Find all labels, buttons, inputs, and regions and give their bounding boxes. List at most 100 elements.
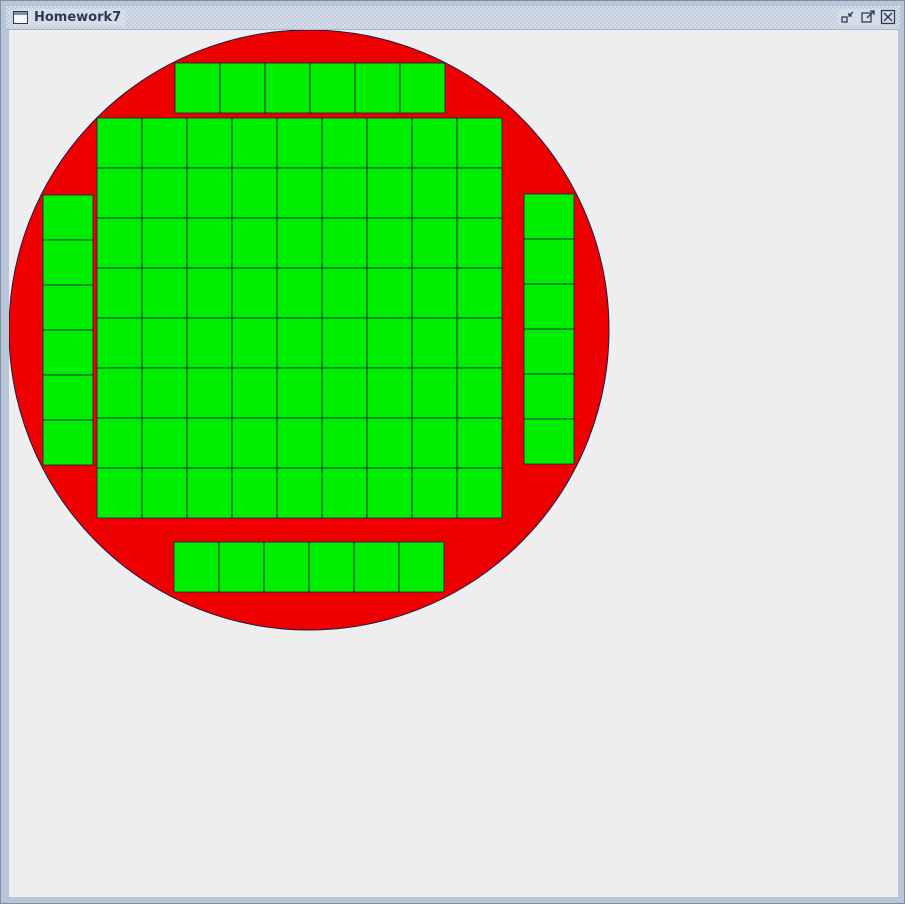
die bbox=[366, 467, 413, 519]
die bbox=[141, 417, 188, 469]
die bbox=[186, 317, 233, 369]
die bbox=[231, 317, 278, 369]
die bbox=[141, 367, 188, 419]
die bbox=[411, 167, 458, 219]
die bbox=[411, 467, 458, 519]
die bbox=[309, 62, 356, 114]
die bbox=[276, 167, 323, 219]
die-layer bbox=[42, 62, 575, 593]
die bbox=[456, 167, 503, 219]
die bbox=[456, 317, 503, 369]
die bbox=[276, 217, 323, 269]
die bbox=[186, 117, 233, 169]
die bbox=[141, 317, 188, 369]
die bbox=[42, 374, 94, 421]
window-icon[interactable] bbox=[13, 11, 28, 24]
die bbox=[174, 62, 221, 114]
die bbox=[523, 238, 575, 285]
die bbox=[276, 367, 323, 419]
die bbox=[523, 193, 575, 240]
die bbox=[276, 267, 323, 319]
die bbox=[231, 117, 278, 169]
die bbox=[411, 317, 458, 369]
die bbox=[523, 418, 575, 465]
die bbox=[321, 217, 368, 269]
die bbox=[141, 167, 188, 219]
die bbox=[96, 417, 143, 469]
die bbox=[141, 267, 188, 319]
die bbox=[456, 267, 503, 319]
title-bar[interactable]: Homework7 bbox=[6, 6, 900, 30]
wafer-diagram bbox=[9, 30, 610, 631]
die bbox=[96, 117, 143, 169]
die bbox=[354, 62, 401, 114]
top-die-strip bbox=[174, 62, 446, 114]
die bbox=[231, 267, 278, 319]
die bbox=[321, 117, 368, 169]
die bbox=[263, 541, 310, 593]
die bbox=[398, 541, 445, 593]
die bbox=[231, 367, 278, 419]
left-die-strip bbox=[42, 194, 94, 466]
bottom-die-strip bbox=[173, 541, 445, 593]
maximize-icon bbox=[861, 10, 875, 23]
die bbox=[523, 328, 575, 375]
die bbox=[366, 267, 413, 319]
die bbox=[308, 541, 355, 593]
die bbox=[456, 467, 503, 519]
die bbox=[96, 267, 143, 319]
application-window: Homework7 bbox=[0, 0, 905, 904]
die bbox=[42, 419, 94, 466]
die bbox=[231, 167, 278, 219]
die bbox=[321, 417, 368, 469]
die bbox=[219, 62, 266, 114]
die bbox=[321, 367, 368, 419]
die bbox=[42, 194, 94, 241]
die bbox=[186, 217, 233, 269]
die bbox=[523, 283, 575, 330]
die bbox=[276, 467, 323, 519]
right-die-strip bbox=[523, 193, 575, 465]
die bbox=[399, 62, 446, 114]
die bbox=[321, 467, 368, 519]
die bbox=[353, 541, 400, 593]
die bbox=[366, 367, 413, 419]
die bbox=[456, 367, 503, 419]
title-group: Homework7 bbox=[13, 9, 126, 26]
die bbox=[456, 417, 503, 469]
die bbox=[218, 541, 265, 593]
die bbox=[321, 317, 368, 369]
die bbox=[366, 217, 413, 269]
die bbox=[96, 217, 143, 269]
die bbox=[231, 217, 278, 269]
die bbox=[96, 167, 143, 219]
die bbox=[141, 217, 188, 269]
die bbox=[186, 417, 233, 469]
die bbox=[42, 239, 94, 286]
die bbox=[411, 117, 458, 169]
die bbox=[411, 417, 458, 469]
die bbox=[231, 417, 278, 469]
core-die-grid bbox=[96, 117, 503, 519]
die bbox=[411, 217, 458, 269]
die bbox=[366, 117, 413, 169]
die bbox=[42, 284, 94, 331]
die bbox=[231, 467, 278, 519]
die bbox=[186, 167, 233, 219]
drawing-panel bbox=[9, 30, 898, 897]
die bbox=[173, 541, 220, 593]
die bbox=[96, 317, 143, 369]
die bbox=[321, 167, 368, 219]
die bbox=[276, 317, 323, 369]
die bbox=[276, 117, 323, 169]
minimize-button[interactable] bbox=[840, 9, 856, 25]
die bbox=[276, 417, 323, 469]
die bbox=[456, 117, 503, 169]
die bbox=[141, 467, 188, 519]
die bbox=[456, 217, 503, 269]
die bbox=[264, 62, 311, 114]
die bbox=[96, 367, 143, 419]
close-button[interactable] bbox=[880, 9, 896, 25]
maximize-button[interactable] bbox=[860, 9, 876, 25]
die bbox=[96, 467, 143, 519]
